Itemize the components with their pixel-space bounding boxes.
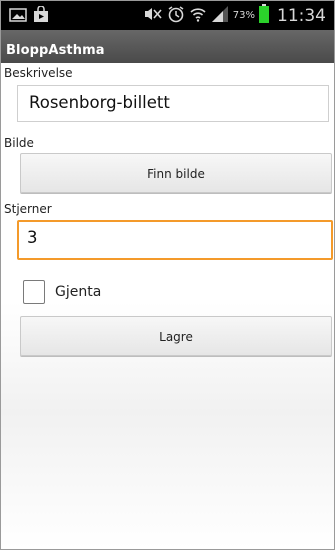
battery-icon [259, 4, 269, 27]
stars-label: Stjerner [4, 202, 52, 216]
repeat-checkbox[interactable] [23, 280, 45, 304]
wifi-icon [189, 5, 207, 27]
mute-icon [143, 6, 163, 26]
status-bar: 73% 11:34 [1, 1, 334, 30]
alarm-icon [167, 5, 185, 27]
description-field[interactable]: Rosenborg-billett [17, 85, 329, 122]
signal-icon [211, 5, 229, 27]
find-image-button[interactable]: Finn bilde [20, 153, 332, 193]
save-button[interactable]: Lagre [20, 316, 332, 356]
app-title: BloppAsthma [6, 43, 105, 58]
title-bar: BloppAsthma [1, 30, 334, 63]
image-label: Bilde [4, 136, 34, 150]
battery-percent: 73% [232, 10, 255, 21]
repeat-label: Gjenta [55, 284, 102, 300]
stars-field[interactable]: 3 [17, 220, 333, 260]
clock: 11:34 [277, 5, 326, 26]
image-icon [9, 7, 27, 27]
app-window: 73% 11:34 BloppAsthma Beskrivelse Rosenb… [0, 0, 335, 550]
shopping-bag-icon [33, 5, 49, 27]
description-label: Beskrivelse [4, 66, 73, 80]
